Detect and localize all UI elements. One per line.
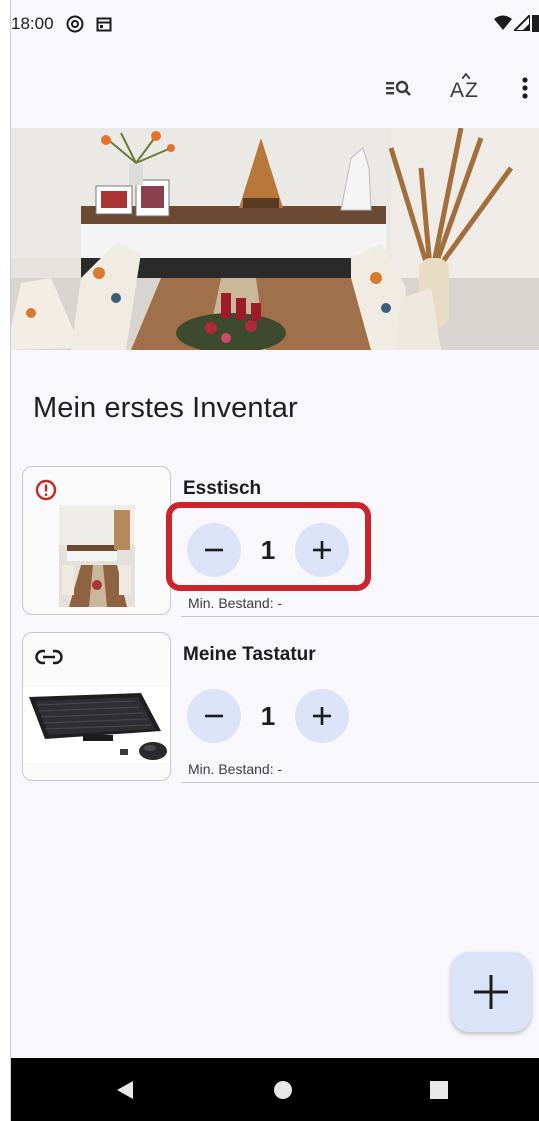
minus-icon (205, 714, 223, 718)
system-navigation-bar (11, 1058, 539, 1121)
sort-az-button[interactable]: A Z (445, 70, 485, 110)
recents-button[interactable] (425, 1076, 453, 1104)
item-thumbnail[interactable] (22, 466, 171, 615)
status-time: 18:00 (11, 14, 54, 33)
item-thumbnail[interactable] (22, 632, 171, 781)
top-app-bar: A Z (11, 48, 539, 126)
plus-icon (313, 707, 331, 725)
list-item[interactable]: Meine Tastatur 1 Min. Bestand: - (11, 632, 539, 784)
increment-button[interactable] (295, 689, 349, 743)
app-screen: 18:00 A Z Mein erstes Inventar Esstisch … (10, 0, 539, 1121)
alert-icon (35, 479, 57, 501)
sort-az-icon: A Z (448, 73, 482, 103)
status-bar: 18:00 (11, 0, 539, 48)
screen-margin (0, 0, 10, 1121)
filter-search-icon (386, 78, 412, 103)
plus-icon (474, 975, 508, 1009)
inventory-cover-image (11, 128, 539, 350)
highlight-box (166, 502, 371, 591)
quantity-value: 1 (260, 700, 276, 731)
divider (181, 782, 539, 783)
wifi-icon (494, 15, 512, 36)
item-photo (23, 687, 170, 763)
back-button[interactable] (111, 1076, 139, 1104)
home-icon (274, 1081, 292, 1099)
home-button[interactable] (269, 1076, 297, 1104)
add-item-button[interactable] (451, 952, 531, 1032)
link-icon (35, 649, 63, 665)
battery-icon (532, 14, 539, 37)
item-name[interactable]: Meine Tastatur (183, 644, 316, 666)
min-stock-label: Min. Bestand: - (188, 595, 283, 611)
at-sign-icon (66, 15, 84, 33)
list-item[interactable]: Esstisch 1 Min. Bestand: - (11, 466, 539, 618)
recents-icon (430, 1081, 448, 1099)
more-vert-icon (522, 76, 528, 104)
quantity-stepper: 1 (187, 689, 349, 743)
item-photo (59, 505, 135, 607)
sort-label-a: A (450, 79, 465, 102)
calendar-icon (96, 16, 112, 32)
item-name[interactable]: Esstisch (183, 478, 261, 500)
divider (181, 616, 539, 617)
min-stock-label: Min. Bestand: - (188, 761, 283, 777)
back-icon (117, 1081, 133, 1099)
signal-icon (511, 12, 531, 36)
inventory-title: Mein erstes Inventar (33, 392, 298, 424)
sort-label-z: Z (465, 79, 478, 102)
decrement-button[interactable] (187, 689, 241, 743)
filter-search-button[interactable] (379, 70, 419, 110)
more-options-button[interactable] (505, 70, 539, 110)
